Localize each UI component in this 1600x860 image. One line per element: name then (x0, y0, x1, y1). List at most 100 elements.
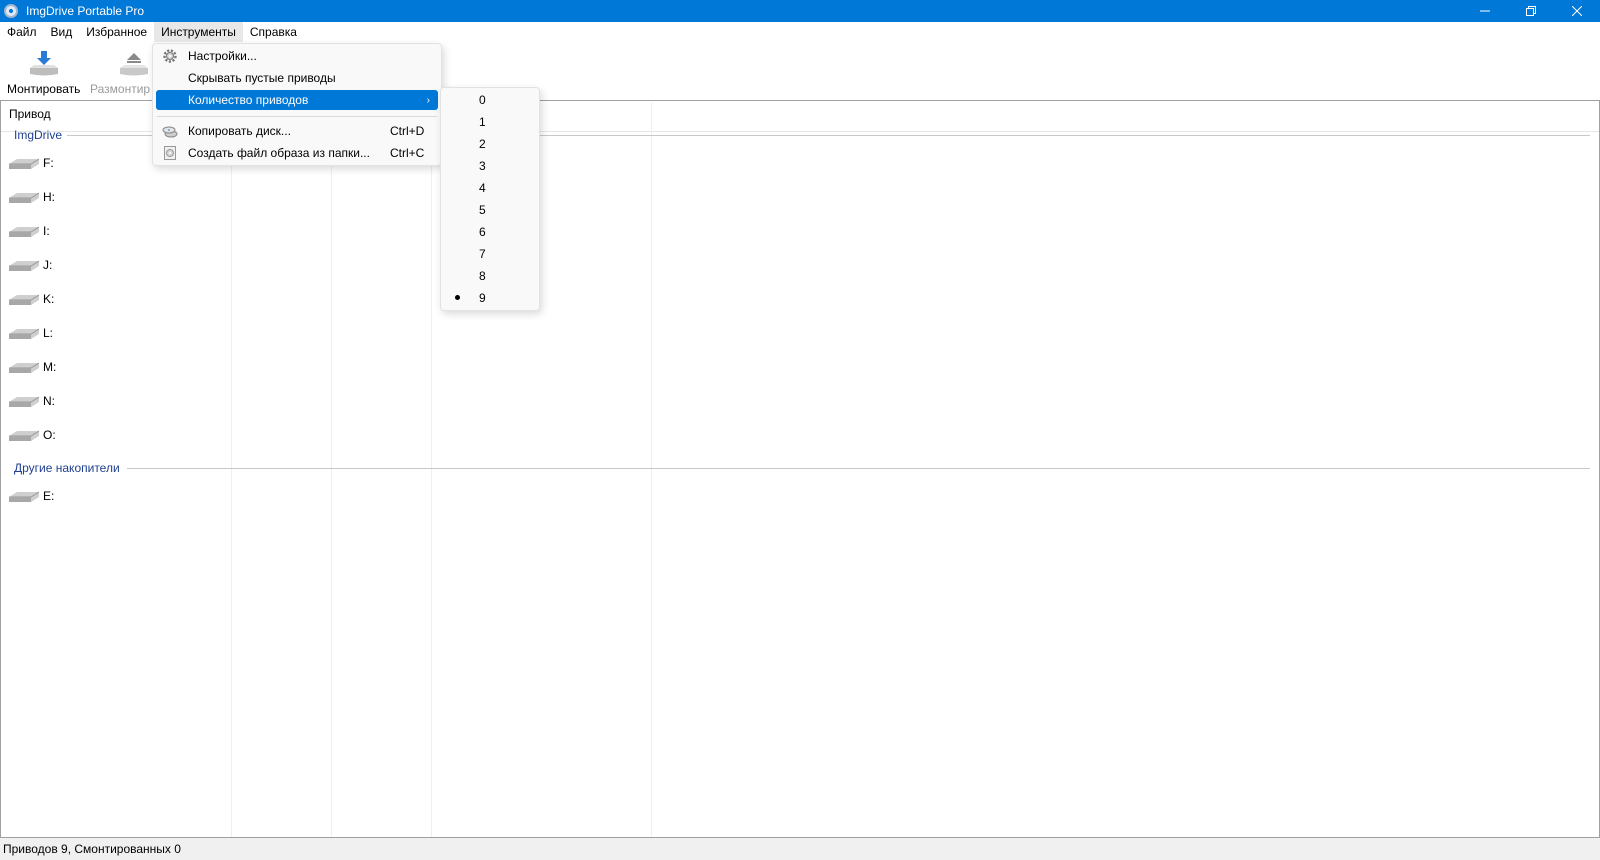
column-divider (651, 102, 652, 837)
option-label: 3 (479, 159, 486, 173)
drive-letter: K: (43, 292, 55, 306)
menu-item-create-image[interactable]: Создать файл образа из папки... Ctrl+C (156, 143, 438, 163)
unmount-label: Размонтир (90, 82, 151, 96)
drive-icon (9, 396, 39, 407)
menu-file[interactable]: Файл (0, 22, 44, 42)
menu-bar: Файл Вид Избранное Инструменты Справка (0, 22, 1600, 42)
drive-letter: O: (43, 428, 56, 442)
menu-view[interactable]: Вид (44, 22, 80, 42)
window-controls (1462, 0, 1600, 22)
restore-icon (1526, 6, 1536, 16)
drive-list[interactable]: Привод ImgDrive F: H: I: J: K: L: M: N: … (0, 100, 1600, 838)
menu-item-copy-disc[interactable]: Копировать диск... Ctrl+D (156, 121, 438, 141)
menu-item-hide-empty-drives[interactable]: Скрывать пустые приводы (156, 68, 438, 88)
option-label: 4 (479, 181, 486, 195)
option-label: 1 (479, 115, 486, 129)
drive-count-option[interactable]: 5 (443, 199, 537, 221)
close-icon (1572, 6, 1582, 16)
option-label: 7 (479, 247, 486, 261)
menu-favorites[interactable]: Избранное (79, 22, 154, 42)
create-image-label: Создать файл образа из папки... (188, 146, 370, 160)
drive-count-option[interactable]: 0 (443, 89, 537, 111)
gear-icon (163, 49, 177, 63)
drive-icon (9, 328, 39, 339)
option-label: 0 (479, 93, 486, 107)
drive-row[interactable]: H: (9, 187, 55, 207)
drive-count-option[interactable]: 4 (443, 177, 537, 199)
drive-count-option[interactable]: 8 (443, 265, 537, 287)
close-button[interactable] (1554, 0, 1600, 22)
drive-letter: H: (43, 190, 55, 204)
option-label: 9 (479, 291, 486, 305)
group-label-other-drives: Другие накопители (14, 461, 120, 475)
minimize-icon (1480, 10, 1490, 12)
tools-dropdown-menu: Настройки... Скрывать пустые приводы Кол… (152, 43, 442, 166)
drive-icon (9, 158, 39, 169)
mount-icon (29, 51, 58, 76)
copy-disc-icon (162, 126, 178, 138)
drive-count-submenu: 0 1 2 3 4 5 6 7 8 9 (440, 87, 540, 311)
drive-row[interactable]: F: (9, 153, 54, 173)
drive-row[interactable]: L: (9, 323, 53, 343)
column-divider (331, 102, 332, 837)
drive-row[interactable]: N: (9, 391, 55, 411)
menu-item-settings[interactable]: Настройки... (156, 46, 438, 66)
restore-button[interactable] (1508, 0, 1554, 22)
settings-label: Настройки... (188, 49, 257, 63)
status-bar: Приводов 9, Смонтированных 0 (0, 838, 1600, 860)
selected-bullet-icon (455, 295, 460, 300)
drive-icon (9, 226, 39, 237)
drive-icon (9, 430, 39, 441)
menu-item-drive-count[interactable]: Количество приводов › (156, 90, 438, 110)
app-disc-icon (4, 4, 18, 18)
option-label: 2 (479, 137, 486, 151)
drive-row[interactable]: J: (9, 255, 52, 275)
drive-letter: I: (43, 224, 50, 238)
title-bar: ImgDrive Portable Pro (0, 0, 1600, 22)
drive-letter: L: (43, 326, 54, 340)
unmount-button[interactable]: Размонтир (90, 50, 150, 96)
minimize-button[interactable] (1462, 0, 1508, 22)
menu-tools[interactable]: Инструменты (154, 22, 243, 42)
drive-row[interactable]: I: (9, 221, 50, 241)
column-divider (231, 102, 232, 837)
group-divider (127, 468, 1590, 469)
drive-letter: M: (43, 360, 57, 374)
create-image-shortcut: Ctrl+C (390, 146, 425, 160)
status-text: Приводов 9, Смонтированных 0 (3, 842, 181, 856)
drive-count-label: Количество приводов (188, 93, 309, 107)
option-label: 5 (479, 203, 486, 217)
image-file-icon (164, 146, 176, 160)
drive-icon (9, 362, 39, 373)
drive-count-option[interactable]: 6 (443, 221, 537, 243)
copy-disc-label: Копировать диск... (188, 124, 291, 138)
drive-row[interactable]: M: (9, 357, 56, 377)
drive-letter: F: (43, 156, 54, 170)
drive-row[interactable]: O: (9, 425, 56, 445)
copy-disc-shortcut: Ctrl+D (390, 124, 425, 138)
drive-count-option[interactable]: 7 (443, 243, 537, 265)
drive-row[interactable]: E: (9, 486, 54, 506)
window-title: ImgDrive Portable Pro (26, 4, 145, 18)
column-header-drive[interactable]: Привод (9, 107, 51, 121)
drive-letter: E: (43, 489, 55, 503)
menu-separator (157, 116, 437, 117)
group-label-imgdrive: ImgDrive (14, 128, 63, 142)
drive-letter: N: (43, 394, 55, 408)
drive-row[interactable]: K: (9, 289, 54, 309)
drive-count-option[interactable]: 3 (443, 155, 537, 177)
drive-count-option[interactable]: 1 (443, 111, 537, 133)
eject-icon (120, 53, 148, 76)
mount-button[interactable]: Монтировать (7, 50, 80, 96)
drive-count-option-selected[interactable]: 9 (443, 287, 537, 309)
drive-icon (9, 260, 39, 271)
column-divider (431, 102, 432, 837)
drive-icon (9, 192, 39, 203)
mount-label: Монтировать (7, 82, 81, 96)
menu-help[interactable]: Справка (243, 22, 304, 42)
hide-empty-label: Скрывать пустые приводы (188, 71, 336, 85)
drive-icon (9, 294, 39, 305)
option-label: 8 (479, 269, 486, 283)
drive-count-option[interactable]: 2 (443, 133, 537, 155)
drive-icon (9, 491, 39, 502)
